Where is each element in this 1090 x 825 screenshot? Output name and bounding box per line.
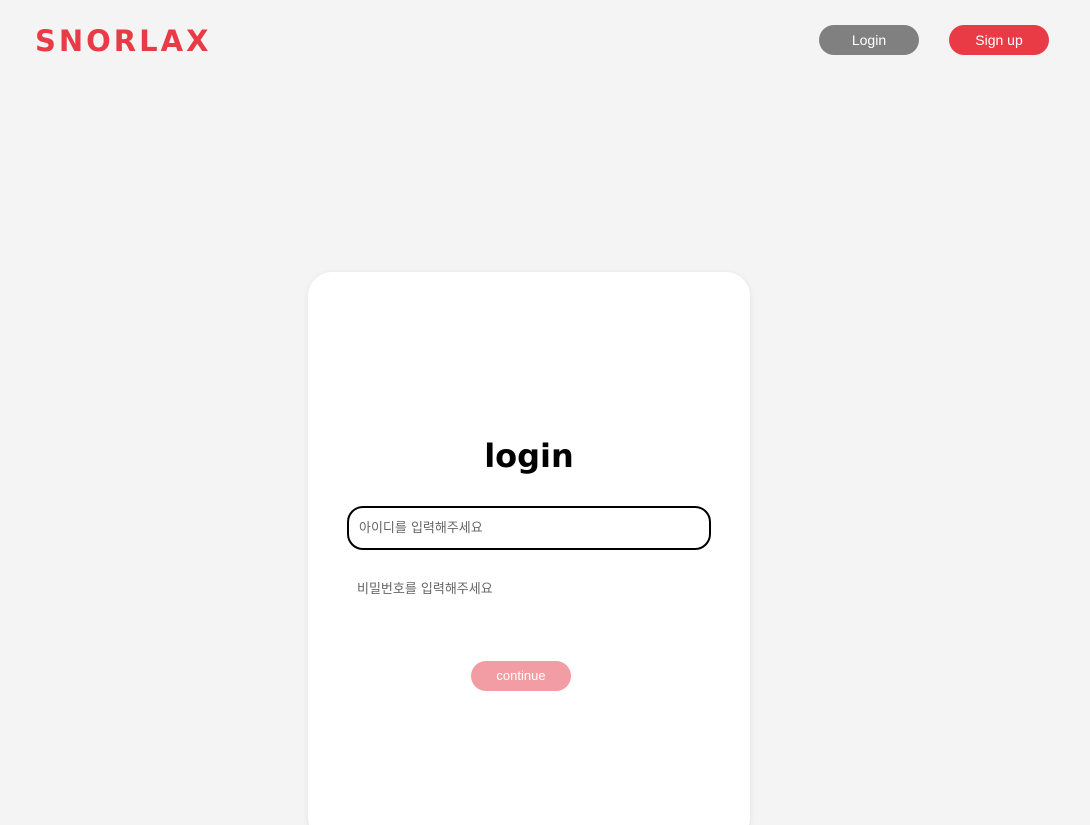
- brand-logo[interactable]: SNORLAX: [35, 24, 211, 58]
- id-input[interactable]: [347, 506, 711, 550]
- page: SNORLAX Login Sign up login continue: [0, 0, 1090, 825]
- header-login-button[interactable]: Login: [819, 25, 919, 55]
- continue-button[interactable]: continue: [471, 661, 571, 691]
- login-card: login continue: [308, 272, 750, 825]
- password-input[interactable]: [347, 574, 711, 604]
- header-signup-button[interactable]: Sign up: [949, 25, 1049, 55]
- login-title: login: [484, 437, 574, 475]
